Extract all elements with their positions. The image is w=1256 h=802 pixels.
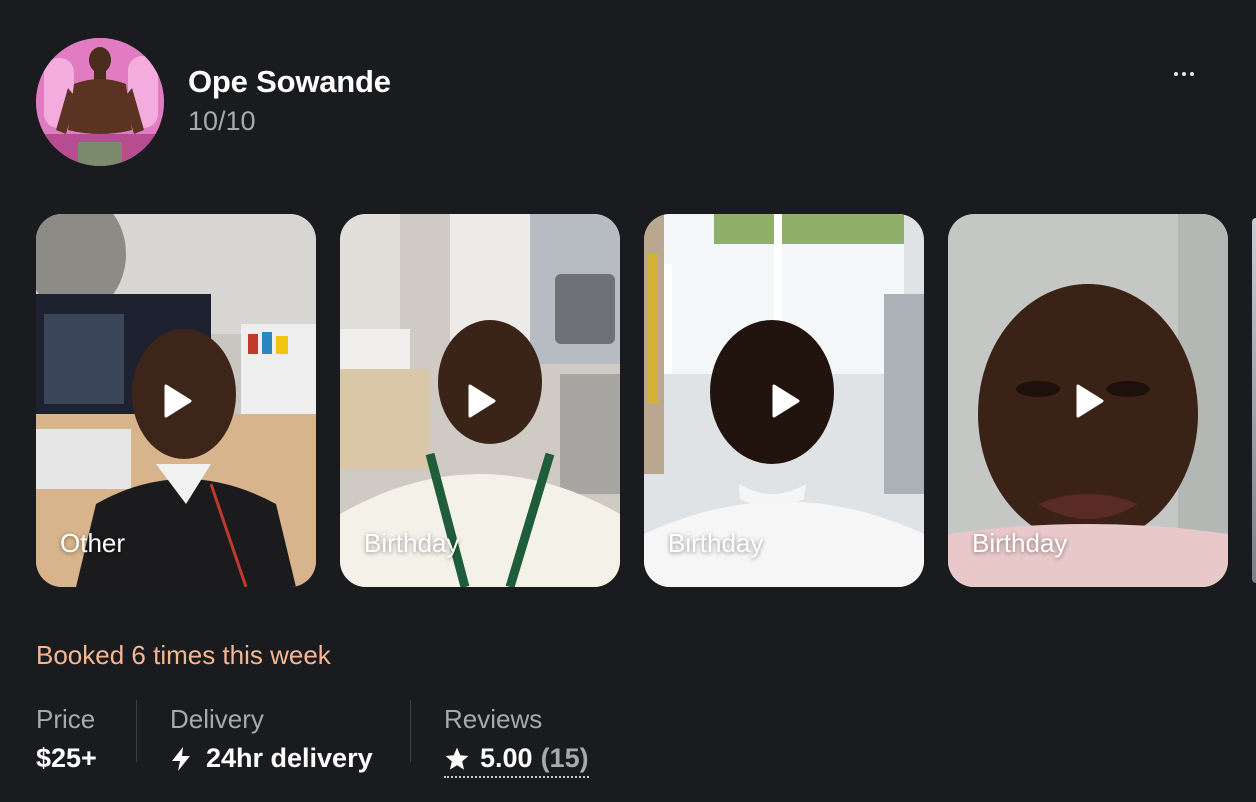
avatar-image (36, 38, 164, 166)
video-card[interactable]: Other (36, 214, 316, 587)
play-icon (772, 384, 800, 417)
profile-subtitle: 10/10 (188, 106, 256, 136)
video-card[interactable]: Birthday (340, 214, 620, 587)
next-video-card-peek[interactable] (1252, 218, 1256, 583)
price-stat: Price $25+ (36, 704, 97, 774)
delivery-value: 24hr delivery (170, 743, 373, 774)
star-icon (445, 747, 469, 770)
reviews-stat: Reviews 5.00 (15) (444, 704, 589, 778)
talent-profile-page: Ope Sowande 10/10 Other Birthday Birthda… (0, 0, 1256, 802)
reviews-link[interactable]: 5.00 (15) (444, 743, 589, 778)
play-icon (468, 384, 496, 417)
reviews-label: Reviews (444, 704, 543, 734)
booked-count-text: Booked 6 times this week (36, 640, 331, 670)
video-card[interactable]: Birthday (644, 214, 924, 587)
video-category-label: Other (60, 528, 126, 558)
video-category-label: Birthday (364, 528, 460, 558)
reviews-score: 5.00 (480, 743, 533, 773)
stat-divider (136, 700, 137, 762)
video-carousel[interactable]: Other Birthday Birthday Birthday (36, 214, 1256, 587)
price-value: $25+ (36, 743, 97, 773)
play-icon (164, 384, 192, 417)
play-icon (1076, 384, 1104, 417)
video-card[interactable]: Birthday (948, 214, 1228, 587)
delivery-stat: Delivery 24hr delivery (170, 704, 373, 774)
profile-name: Ope Sowande (188, 64, 391, 99)
lightning-bolt-icon (172, 746, 190, 771)
video-category-label: Birthday (972, 528, 1068, 558)
video-category-label: Birthday (668, 528, 764, 558)
price-label: Price (36, 704, 96, 734)
more-options-button[interactable] (1166, 60, 1202, 88)
reviews-count: (15) (540, 743, 589, 773)
stat-divider (410, 700, 411, 762)
more-horizontal-icon (1174, 72, 1178, 76)
delivery-label: Delivery (170, 704, 264, 734)
avatar[interactable] (36, 38, 164, 166)
